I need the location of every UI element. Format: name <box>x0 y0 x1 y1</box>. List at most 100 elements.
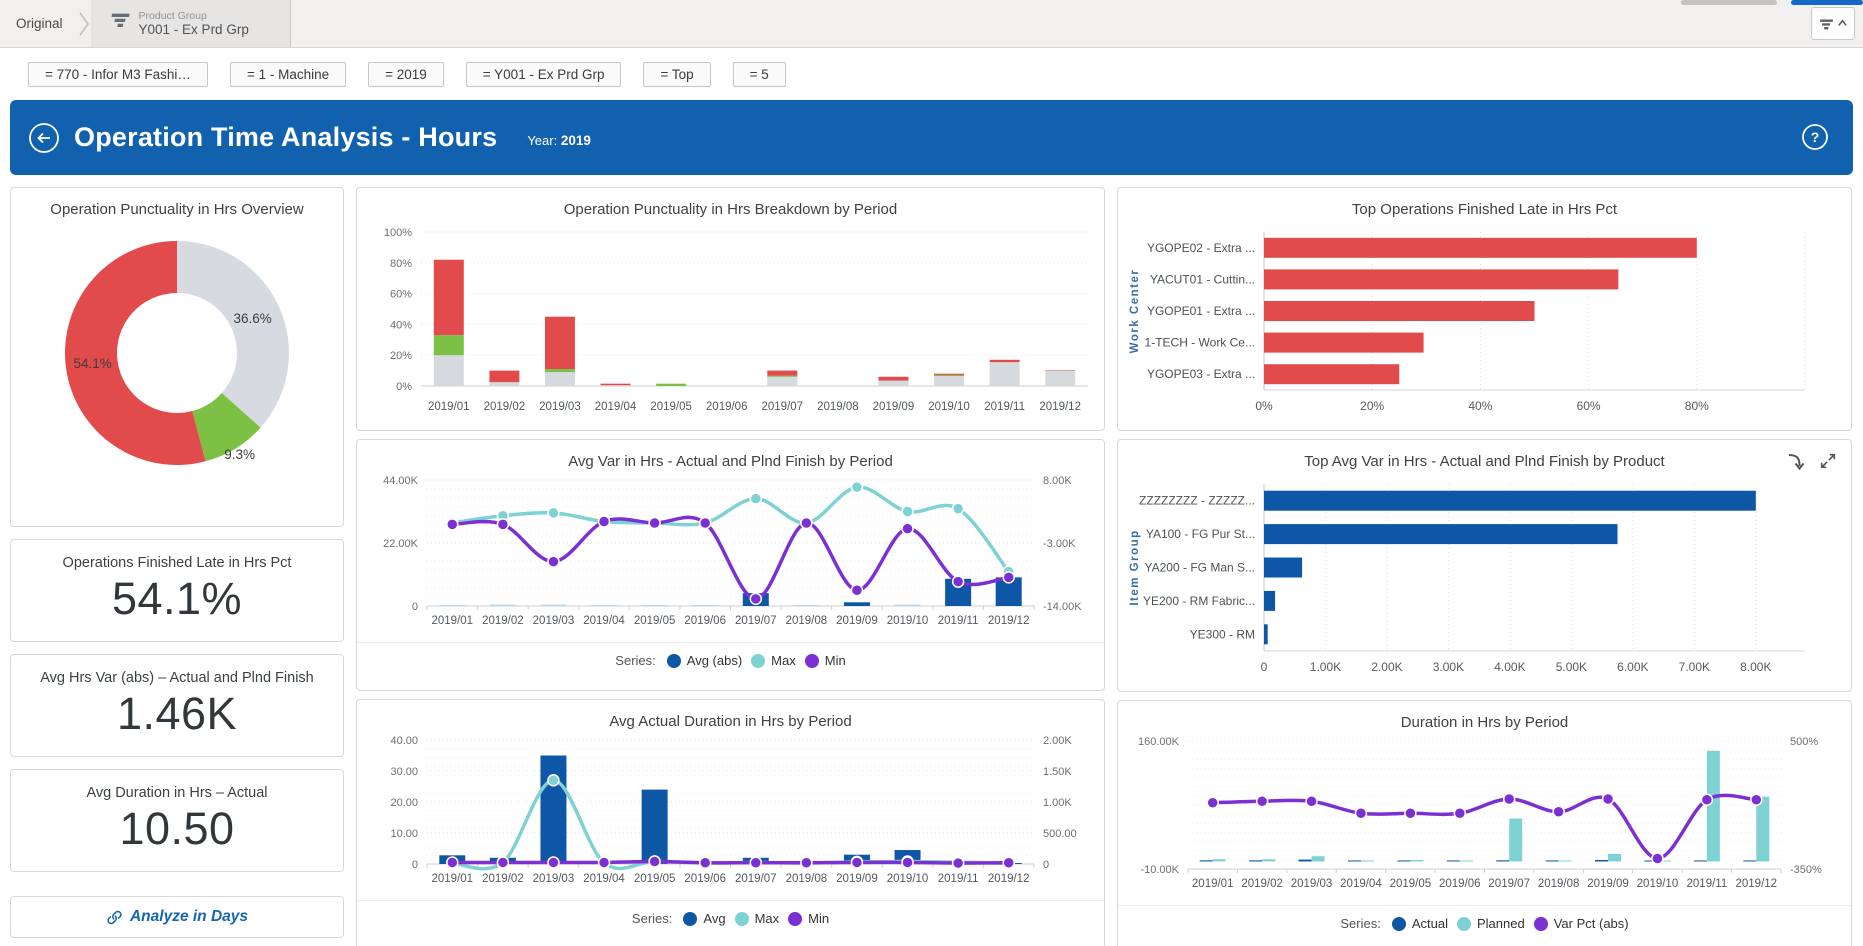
link-icon <box>106 909 123 926</box>
svg-text:2.00K: 2.00K <box>1043 735 1072 747</box>
combo-chart-avg-var[interactable]: 022.00K44.00K-14.00K-3.00K8.00K2019/0120… <box>357 470 1104 636</box>
svg-text:2019/05: 2019/05 <box>650 401 692 413</box>
svg-text:2019/01: 2019/01 <box>432 615 474 627</box>
svg-text:500.00: 500.00 <box>1043 828 1077 840</box>
dashboard-root: Original Product Group Y001 - Ex Prd Grp <box>0 0 1863 946</box>
svg-text:2019/02: 2019/02 <box>482 873 524 885</box>
svg-text:0: 0 <box>1043 859 1049 871</box>
legend-item-min[interactable]: Min <box>788 911 829 926</box>
chart-title: Operation Punctuality in Hrs Overview <box>11 188 343 218</box>
donut-chart[interactable]: 36.6% 9.3% 54.1% <box>11 218 343 518</box>
svg-text:54.1%: 54.1% <box>73 356 111 371</box>
svg-text:30.00: 30.00 <box>390 766 418 778</box>
legend-item-planned[interactable]: Planned <box>1457 916 1525 931</box>
legend-label: Avg (abs) <box>687 653 742 668</box>
analyze-in-days-link[interactable]: Analyze in Days <box>10 896 344 938</box>
column-right: Top Operations Finished Late in Hrs Pct … <box>1117 187 1852 946</box>
drill-down-icon[interactable] <box>1785 452 1805 472</box>
legend-dot <box>1457 917 1471 931</box>
svg-text:5.00K: 5.00K <box>1556 660 1587 674</box>
filter-chip-facility[interactable]: = 770 - Infor M3 Fashi… <box>28 62 208 87</box>
legend-dot <box>683 912 697 926</box>
legend-item-max[interactable]: Max <box>751 653 796 668</box>
legend-label: Max <box>755 911 780 926</box>
svg-text:10.00: 10.00 <box>390 828 418 840</box>
hbar-chart-item-group[interactable]: 01.00K2.00K3.00K4.00K5.00K6.00K7.00K8.00… <box>1118 470 1851 685</box>
svg-text:-14.00K: -14.00K <box>1043 601 1082 613</box>
svg-text:4.00K: 4.00K <box>1494 660 1525 674</box>
legend-item-actual[interactable]: Actual <box>1392 916 1448 931</box>
svg-text:44.00K: 44.00K <box>383 475 419 487</box>
svg-text:YA100 - FG Pur St...: YA100 - FG Pur St... <box>1146 527 1255 541</box>
filter-bar: = 770 - Infor M3 Fashi… = 1 - Machine = … <box>0 48 1863 100</box>
combo-chart-avg-duration[interactable]: 010.0020.0030.0040.000500.001.00K1.50K2.… <box>357 730 1104 894</box>
svg-text:-10.00K: -10.00K <box>1140 864 1179 876</box>
svg-text:YGOPE02 - Extra ...: YGOPE02 - Extra ... <box>1147 241 1255 255</box>
filter-collapse-button[interactable] <box>1811 7 1855 40</box>
legend-dot <box>805 654 819 668</box>
legend-item-max[interactable]: Max <box>735 911 780 926</box>
svg-text:2019/10: 2019/10 <box>1637 878 1679 890</box>
legend-label: Actual <box>1412 916 1448 931</box>
svg-text:2019/08: 2019/08 <box>817 401 859 413</box>
svg-text:2019/03: 2019/03 <box>539 401 581 413</box>
svg-text:2019/12: 2019/12 <box>1039 401 1081 413</box>
svg-text:2019/07: 2019/07 <box>1488 878 1530 890</box>
svg-text:2019/06: 2019/06 <box>1439 878 1481 890</box>
svg-text:2019/04: 2019/04 <box>1340 878 1382 890</box>
svg-text:2019/09: 2019/09 <box>873 401 915 413</box>
top-scroll-indicator <box>1681 0 1777 5</box>
filter-chip-year[interactable]: = 2019 <box>368 62 444 87</box>
chart-legend: Series: Actual Planned Var Pct (abs) <box>1118 905 1851 941</box>
kpi-label: Avg Duration in Hrs – Actual <box>11 770 343 801</box>
expand-icon[interactable] <box>1819 452 1837 470</box>
kpi-value: 54.1% <box>11 573 343 625</box>
svg-text:?: ? <box>1811 129 1820 145</box>
filter-chip-count[interactable]: = 5 <box>733 62 786 87</box>
funnel-icon <box>1818 15 1836 33</box>
chart-title: Avg Actual Duration in Hrs by Period <box>357 700 1104 730</box>
year-value: 2019 <box>561 133 591 148</box>
help-button[interactable]: ? <box>1801 123 1829 151</box>
legend-series-label: Series: <box>1340 916 1380 931</box>
svg-text:2019/09: 2019/09 <box>1587 878 1629 890</box>
svg-text:1-TECH - Work Ce...: 1-TECH - Work Ce... <box>1145 336 1255 350</box>
svg-text:60%: 60% <box>1577 399 1601 413</box>
legend-item-avg[interactable]: Avg <box>683 911 725 926</box>
breadcrumb-tab-type: Product Group <box>139 10 249 22</box>
stacked-bar-chart[interactable]: 0%20%40%60%80%100%2019/012019/022019/032… <box>357 218 1104 422</box>
svg-text:2019/01: 2019/01 <box>428 401 470 413</box>
hbar-chart-work-center[interactable]: 0%20%40%60%80%YGOPE02 - Extra ...YACUT01… <box>1118 218 1851 424</box>
funnel-icon <box>109 10 131 37</box>
chart-title: Avg Var in Hrs - Actual and Plnd Finish … <box>357 440 1104 470</box>
card-punctuality-breakdown: Operation Punctuality in Hrs Breakdown b… <box>356 187 1105 431</box>
svg-text:2019/11: 2019/11 <box>984 401 1025 413</box>
breadcrumb-original[interactable]: Original <box>0 0 77 47</box>
svg-text:2019/08: 2019/08 <box>786 615 828 627</box>
breadcrumb-tab-product-group[interactable]: Product Group Y001 - Ex Prd Grp <box>91 0 291 47</box>
chart-title: Top Operations Finished Late in Hrs Pct <box>1118 188 1851 218</box>
svg-text:YE200 - RM Fabric...: YE200 - RM Fabric... <box>1143 594 1255 608</box>
svg-text:8.00K: 8.00K <box>1740 660 1771 674</box>
svg-text:36.6%: 36.6% <box>234 311 272 326</box>
svg-text:2019/12: 2019/12 <box>988 615 1030 627</box>
top-scroll-indicator-active <box>1791 0 1863 5</box>
legend-item-min[interactable]: Min <box>805 653 846 668</box>
svg-text:2019/08: 2019/08 <box>786 873 828 885</box>
svg-text:2019/10: 2019/10 <box>887 873 929 885</box>
svg-text:-350%: -350% <box>1790 864 1822 876</box>
svg-text:1.00K: 1.00K <box>1043 797 1072 809</box>
svg-text:9.3%: 9.3% <box>224 447 255 462</box>
chart-legend: Series:Avg (abs)MaxMin <box>357 642 1104 678</box>
combo-chart-duration[interactable]: -10.00K160.00K-350%500%2019/012019/02201… <box>1118 731 1851 899</box>
legend-item-var-pct-abs-[interactable]: Var Pct (abs) <box>1534 916 1629 931</box>
filter-chip-machine[interactable]: = 1 - Machine <box>230 62 346 87</box>
svg-text:2019/08: 2019/08 <box>1538 878 1580 890</box>
filter-chip-top[interactable]: = Top <box>643 62 710 87</box>
filter-chip-product-group[interactable]: = Y001 - Ex Prd Grp <box>466 62 622 87</box>
svg-text:2019/10: 2019/10 <box>887 615 929 627</box>
back-button[interactable] <box>28 122 60 154</box>
svg-text:YACUT01 - Cuttin...: YACUT01 - Cuttin... <box>1150 272 1255 286</box>
svg-text:160.00K: 160.00K <box>1138 736 1180 748</box>
legend-item-avg-abs-[interactable]: Avg (abs) <box>667 653 742 668</box>
